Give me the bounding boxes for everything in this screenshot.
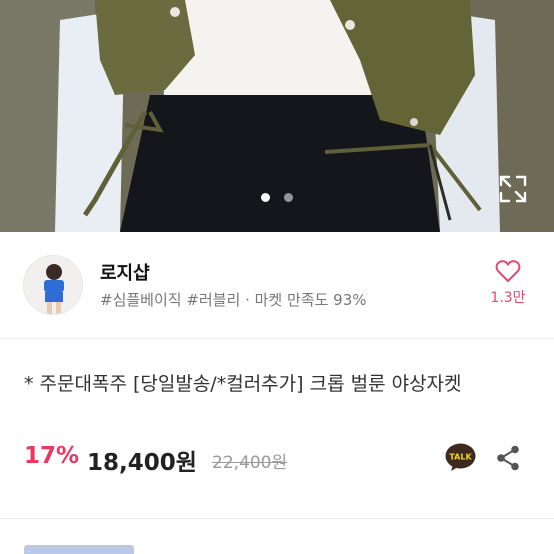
sale-price: 18,400원: [87, 450, 197, 476]
shop-info[interactable]: 로지샵 #심플베이직 #러블리 · 마켓 만족도 93% 1.3만: [0, 232, 554, 339]
original-price: 22,400원: [212, 453, 288, 473]
like-count: 1.3만: [490, 290, 526, 306]
carousel-dot-active[interactable]: [261, 193, 270, 202]
carousel-indicator: [0, 193, 554, 202]
next-section-peek: [24, 544, 144, 554]
shop-tags: #심플베이직 #러블리 · 마켓 만족도 93%: [100, 291, 367, 309]
avatar-image: [24, 256, 82, 314]
share-icon[interactable]: [496, 445, 520, 471]
like-button[interactable]: 1.3만: [484, 259, 532, 307]
shop-name[interactable]: 로지샵: [100, 259, 150, 285]
product-image-carousel[interactable]: [0, 0, 554, 232]
discount-rate: 17%: [24, 443, 80, 469]
expand-icon[interactable]: [498, 174, 528, 204]
talk-label: TALK: [449, 453, 472, 462]
shop-avatar[interactable]: [23, 255, 83, 315]
price-row: 17% 18,400원 22,400원 TALK: [24, 440, 529, 476]
carousel-dot[interactable]: [284, 193, 293, 202]
section-divider: [0, 518, 554, 519]
kakaotalk-icon[interactable]: TALK: [445, 443, 476, 472]
heart-icon[interactable]: [495, 259, 521, 283]
product-title: * 주문대폭주 [당일발송/*컬러추가] 크롭 벌룬 야상자켓: [24, 373, 462, 395]
